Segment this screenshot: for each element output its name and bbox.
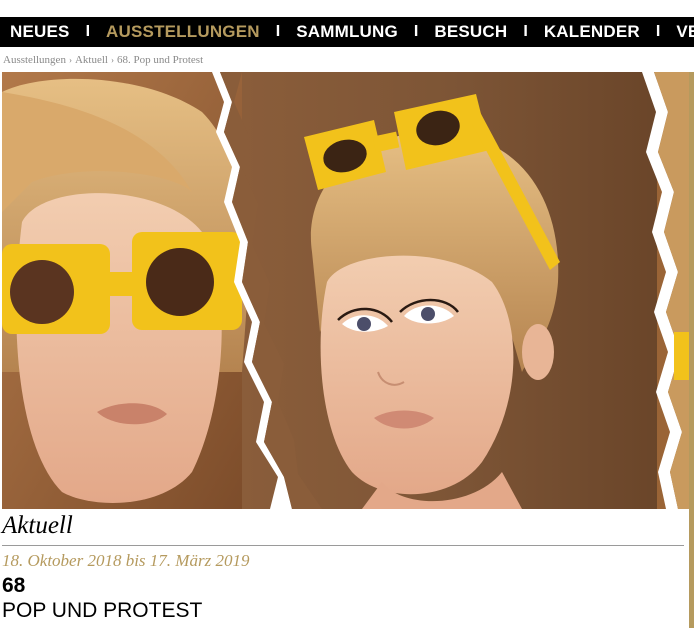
- breadcrumb-item-ausstellungen[interactable]: Ausstellungen: [3, 54, 66, 66]
- nav-item-vermittlung[interactable]: VERM: [676, 22, 694, 42]
- breadcrumb-current: 68. Pop und Protest: [116, 54, 204, 66]
- nav-item-besuch[interactable]: BESUCH: [434, 22, 507, 42]
- exhibition-title-name[interactable]: POP UND PROTEST: [2, 599, 202, 623]
- side-accent-strip: [689, 72, 694, 628]
- nav-separator: I: [85, 23, 91, 40]
- main-navigation: NEUES I AUSSTELLUNGEN I SAMMLUNG I BESUC…: [0, 17, 694, 47]
- breadcrumb-item-aktuell[interactable]: Aktuell: [75, 54, 108, 66]
- exhibition-hero-image[interactable]: [2, 72, 690, 509]
- breadcrumb: Ausstellungen › Aktuell › 68. Pop und Protes…: [3, 54, 203, 66]
- section-heading: Aktuell: [2, 512, 73, 539]
- nav-separator: I: [275, 23, 281, 40]
- nav-items: NEUES I AUSSTELLUNGEN I SAMMLUNG I BESUC…: [10, 17, 694, 47]
- nav-separator: I: [655, 23, 661, 40]
- section-divider: [2, 545, 684, 546]
- nav-item-kalender[interactable]: KALENDER: [544, 22, 640, 42]
- exhibition-dates: 18. Oktober 2018 bis 17. März 2019: [2, 551, 250, 570]
- breadcrumb-separator: ›: [110, 55, 114, 65]
- nav-separator: I: [413, 23, 419, 40]
- nav-item-ausstellungen[interactable]: AUSSTELLUNGEN: [106, 22, 260, 42]
- nav-separator: I: [523, 23, 528, 40]
- nav-item-neues[interactable]: NEUES: [10, 22, 70, 42]
- nav-item-sammlung[interactable]: SAMMLUNG: [296, 22, 398, 42]
- exhibition-photo-icon: [2, 72, 690, 509]
- exhibition-title-number[interactable]: 68: [2, 574, 25, 598]
- breadcrumb-separator: ›: [68, 55, 72, 65]
